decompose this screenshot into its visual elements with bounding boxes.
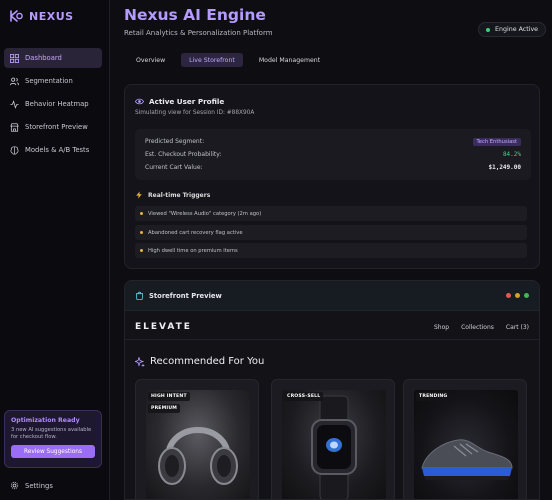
watch-icon [311, 395, 357, 499]
profile-title: Active User Profile [149, 97, 225, 106]
minimize-dot-icon[interactable] [515, 293, 520, 298]
profile-header: Active User Profile [135, 97, 224, 106]
status-text: Engine Active [495, 26, 539, 33]
badge-premium: PREMIUM [148, 404, 181, 413]
users-icon [10, 77, 19, 85]
trigger-text: Viewed "Wireless Audio" category (2m ago… [148, 210, 262, 217]
store-icon [10, 122, 19, 132]
trigger-dot-icon [140, 249, 143, 252]
triggers-title: Real-time Triggers [148, 191, 211, 199]
status-badge: Engine Active [478, 22, 547, 37]
logo[interactable]: NEXUS [8, 8, 74, 24]
page-subtitle: Retail Analytics & Personalization Platf… [124, 29, 273, 37]
cart-value-label: Current Cart Value: [145, 164, 203, 171]
profile-stats: Predicted Segment: Tech Enthusiast Est. … [135, 129, 531, 180]
close-dot-icon[interactable] [506, 293, 511, 298]
page-title: Nexus AI Engine [124, 6, 266, 24]
sidebar-item-label: Models & A/B Tests [25, 146, 90, 154]
segment-badge: Tech Enthusiast [472, 137, 521, 146]
brain-icon [10, 145, 19, 155]
window-controls [506, 293, 529, 298]
session-id-text: Simulating view for Session ID: #88X90A [135, 110, 255, 116]
tab-overview[interactable]: Overview [128, 53, 173, 67]
recommended-title: Recommended For You [150, 356, 265, 367]
activity-icon [10, 99, 19, 109]
probability-value: 84.2% [502, 151, 521, 158]
optimization-promo: Optimization Ready 3 new AI suggestions … [4, 410, 102, 468]
tab-live-storefront[interactable]: Live Storefront [181, 53, 243, 67]
lightning-icon [136, 191, 142, 199]
trigger-item: Abandoned cart recovery flag active [135, 225, 527, 240]
store-brand-logo[interactable]: ELEVATE [135, 322, 192, 332]
stat-row-segment: Predicted Segment: Tech Enthusiast [145, 135, 521, 148]
sidebar-item-label: Segmentation [25, 77, 73, 85]
recommended-header: Recommended For You [135, 356, 264, 367]
sidebar-item-label: Storefront Preview [25, 123, 88, 131]
badge-trending: TRENDING [416, 392, 451, 401]
settings-link[interactable]: Settings [10, 481, 53, 490]
sneaker-icon [421, 439, 513, 480]
trigger-dot-icon [140, 212, 143, 215]
store-nav-cart[interactable]: Cart (3) [506, 324, 529, 331]
sidebar-item-models-ab-tests[interactable]: Models & A/B Tests [4, 140, 102, 160]
tab-bar: Overview Live Storefront Model Managemen… [128, 53, 328, 67]
segment-label: Predicted Segment: [145, 138, 205, 145]
divider [125, 339, 539, 340]
trigger-text: High dwell time on premium items [148, 247, 238, 254]
review-suggestions-button[interactable]: Review Suggestions [11, 445, 95, 458]
active-user-profile-panel: Active User Profile Simulating view for … [124, 84, 540, 269]
sidebar-item-storefront-preview[interactable]: Storefront Preview [4, 117, 102, 137]
cart-value: $1,249.00 [488, 164, 521, 171]
promo-title: Optimization Ready [11, 417, 80, 424]
grid-icon [10, 53, 19, 63]
storefront-preview-panel: Storefront Preview ELEVATE Shop Collecti… [124, 280, 540, 500]
store-nav-shop[interactable]: Shop [434, 324, 449, 331]
storefront-header: Storefront Preview [135, 291, 222, 300]
product-card-headphones[interactable]: HIGH INTENT PREMIUM [135, 379, 259, 499]
product-card-sneaker[interactable]: TRENDING [403, 379, 527, 499]
trigger-text: Abandoned cart recovery flag active [148, 229, 243, 236]
trigger-item: High dwell time on premium items [135, 243, 527, 258]
storefront-titlebar: Storefront Preview [125, 281, 539, 311]
status-dot-icon [486, 27, 490, 32]
storefront-title: Storefront Preview [149, 291, 222, 300]
gear-icon [10, 481, 19, 490]
badge-cross-sell: CROSS-SELL [284, 392, 324, 401]
sidebar-item-segmentation[interactable]: Segmentation [4, 71, 102, 91]
product-image-smartwatch [282, 390, 386, 499]
shopping-bag-icon [135, 291, 144, 300]
stat-row-cart: Current Cart Value: $1,249.00 [145, 161, 521, 174]
trigger-item: Viewed "Wireless Audio" category (2m ago… [135, 206, 527, 221]
sidebar-item-behavior-heatmap[interactable]: Behavior Heatmap [4, 94, 102, 114]
probability-label: Est. Checkout Probability: [145, 151, 222, 158]
logo-icon [10, 10, 23, 22]
product-card-smartwatch[interactable]: CROSS-SELL [271, 379, 395, 499]
tab-model-management[interactable]: Model Management [251, 53, 328, 67]
sidebar-item-label: Behavior Heatmap [25, 100, 89, 108]
triggers-header: Real-time Triggers [135, 191, 210, 199]
store-nav-collections[interactable]: Collections [461, 324, 494, 331]
sidebar-item-label: Dashboard [25, 54, 62, 62]
stat-row-probability: Est. Checkout Probability: 84.2% [145, 148, 521, 161]
settings-label: Settings [25, 481, 53, 490]
product-image-sneaker [414, 390, 518, 499]
main-content: Nexus AI Engine Retail Analytics & Perso… [110, 0, 552, 500]
sparkle-icon [135, 356, 145, 367]
promo-text: 3 new AI suggestions available for check… [11, 427, 92, 440]
eye-icon [135, 98, 144, 105]
maximize-dot-icon[interactable] [524, 293, 529, 298]
badge-high-intent: HIGH INTENT [148, 392, 190, 401]
trigger-dot-icon [140, 231, 143, 234]
sidebar: NEXUS Dashboard Segmentation Behavior He… [0, 0, 110, 500]
store-nav: Shop Collections Cart (3) [434, 324, 529, 331]
app-name: NEXUS [29, 9, 74, 23]
sidebar-item-dashboard[interactable]: Dashboard [4, 48, 102, 68]
sidebar-nav: Dashboard Segmentation Behavior Heatmap … [4, 48, 102, 163]
